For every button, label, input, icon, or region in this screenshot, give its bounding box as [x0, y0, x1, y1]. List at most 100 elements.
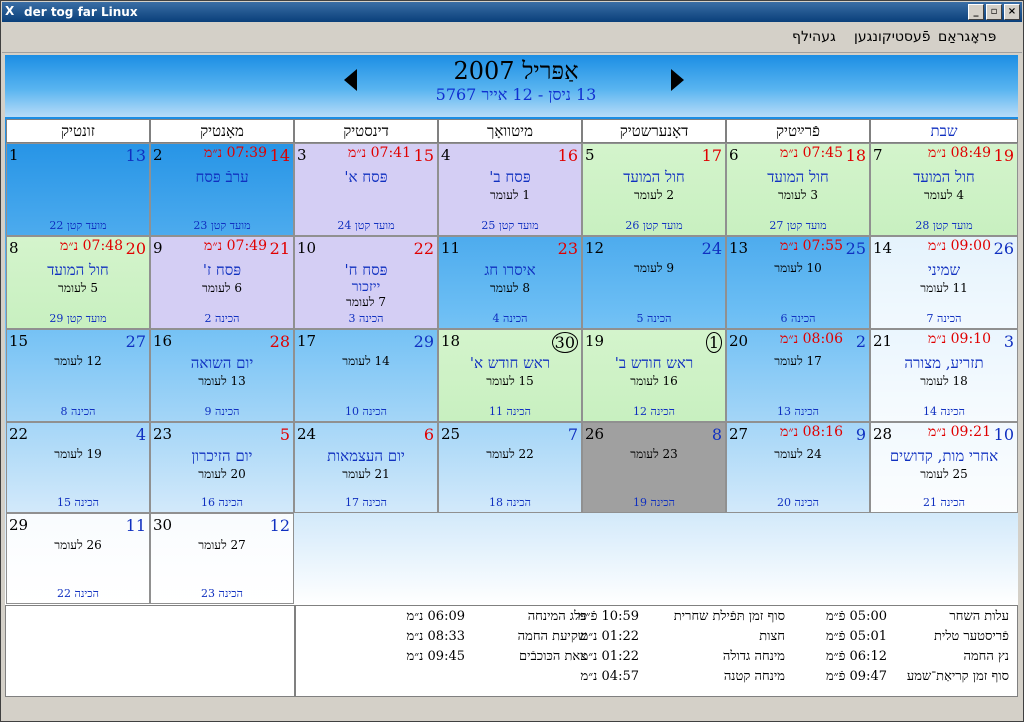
gregorian-day-number: 4	[441, 146, 451, 164]
zman-label: פּלג המינחה	[527, 609, 587, 624]
day-cell[interactable]: 22 4 19 לעומר הכינה 15	[6, 422, 150, 513]
cell-footer-text: מועד קטן 26	[625, 219, 683, 232]
gregorian-day-number: 22	[9, 425, 29, 443]
gregorian-day-number: 20	[729, 332, 749, 350]
holiday-name: יום הזיכרון	[191, 447, 253, 465]
hebrew-day-number: 5	[279, 425, 290, 444]
day-cell[interactable]: 15 27 12 לעומר הכינה 8	[6, 329, 150, 422]
day-cell[interactable]: 27 9 08:16 נ״מ 24 לעומר הכינה 20	[726, 422, 870, 513]
menu-settings[interactable]: פֿעסטיקונגען	[854, 29, 931, 45]
day-cell[interactable]: 25 7 22 לעומר הכינה 18	[438, 422, 582, 513]
title-bar[interactable]: X der tog far Linux _ ▫ ×	[2, 2, 1022, 22]
day-cell[interactable]: 5 17 חול המועד 2 לעומר מועד קטן 26	[582, 143, 726, 236]
menu-program[interactable]: פּראָגראַם	[938, 29, 996, 45]
menu-help[interactable]: געהילף	[792, 29, 836, 45]
day-cell[interactable]: 30 12 27 לעומר הכינה 23	[150, 513, 294, 604]
day-cell[interactable]: 6 18 07:45 נ״מ חול המועד 3 לעומר מועד קטן 27	[726, 143, 870, 236]
cell-footer-text: מועד קטן 29	[49, 312, 107, 325]
window-title: der tog far Linux	[24, 5, 138, 19]
close-icon[interactable]: ×	[1004, 4, 1020, 20]
zman-value: 09:47 פֿ״מ	[825, 669, 887, 684]
cell-footer-text: הכינה 7	[926, 312, 962, 325]
day-cell[interactable]: 4 16 פּסח ב' 1 לעומר מועד קטן 25	[438, 143, 582, 236]
maximize-icon[interactable]: ▫	[986, 4, 1002, 20]
cell-footer-text: הכינה 5	[636, 312, 672, 325]
candle-lighting-time: 07:41 נ״מ	[348, 145, 411, 161]
zman-value: 10:59 פֿ״מ	[577, 609, 639, 624]
day-cell[interactable]: 11 23 איסרו חג 8 לעומר הכינה 4	[438, 236, 582, 329]
omer-count: 19 לעומר	[54, 447, 102, 461]
hebrew-day-number: 23	[557, 239, 578, 258]
candle-lighting-time: 08:49 נ״מ	[928, 145, 991, 161]
candle-lighting-time: 07:55 נ״מ	[780, 238, 843, 254]
holiday-name: ראש חודש ב'	[614, 354, 694, 372]
cell-footer-text: הכינה 8	[60, 405, 96, 418]
hebrew-day-number: 9	[855, 425, 866, 444]
omer-count: 3 לעומר	[778, 188, 818, 202]
day-cell[interactable]: 28 10 09:21 נ״מ אחרי מות, קדושים 25 לעומר הכי…	[870, 422, 1018, 513]
day-cell[interactable]: 14 26 09:00 נ״מ שמיני 11 לעומר הכינה 7	[870, 236, 1018, 329]
day-cell[interactable]: 17 29 14 לעומר הכינה 10	[294, 329, 438, 422]
cell-footer-text: הכינה 15	[57, 496, 99, 509]
omer-count: 25 לעומר	[920, 467, 968, 481]
gregorian-day-number: 11	[441, 239, 461, 257]
gregorian-day-number: 23	[153, 425, 173, 443]
day-cell[interactable]: 18 30 ראש חודש א' 15 לעומר הכינה 11	[438, 329, 582, 422]
day-cell[interactable]: 16 28 יום השואה 13 לעומר הכינה 9	[150, 329, 294, 422]
hebrew-day-number: 18	[845, 146, 866, 165]
weekday-thursday: דאָנערשטיק	[582, 119, 726, 143]
cell-footer-text: הכינה 10	[345, 405, 387, 418]
day-cell[interactable]: 21 3 09:10 נ״מ תזריע, מצורה 18 לעומר הכינה 14	[870, 329, 1018, 422]
zman-label: מינחה קטנה	[723, 669, 785, 684]
weekday-sunday: זונטיק	[6, 119, 150, 143]
hebrew-day-number: 24	[701, 239, 722, 258]
omer-count: 8 לעומר	[490, 281, 530, 295]
zman-value: 01:22 נ״מ	[580, 629, 639, 644]
zman-value: 09:45 נ״מ	[406, 649, 465, 664]
day-cell[interactable]: 9 21 07:49 נ״מ פּסח ז' 6 לעומר הכינה 2	[150, 236, 294, 329]
month-title: אַפּריל 2007	[453, 57, 579, 85]
x-logo-icon[interactable]: X	[5, 4, 21, 19]
omer-count: 23 לעומר	[630, 447, 678, 461]
holiday-name: פּסח א'	[344, 168, 388, 186]
omer-count: 15 לעומר	[486, 374, 534, 388]
previous-month-icon[interactable]	[344, 69, 357, 91]
day-cell[interactable]: 12 24 9 לעומר הכינה 5	[582, 236, 726, 329]
hebrew-day-number: 13	[125, 146, 146, 165]
zman-label: צאת הכּוכבֿים	[519, 649, 587, 664]
zman-value: 04:57 נ״מ	[580, 669, 639, 684]
hebrew-day-number: 29	[413, 332, 434, 351]
gregorian-day-number: 10	[297, 239, 317, 257]
minimize-icon[interactable]: _	[968, 4, 984, 20]
hebrew-day-number: 17	[701, 146, 722, 165]
day-cell[interactable]: 1 13 מועד קטן 22	[6, 143, 150, 236]
day-cell[interactable]: 13 25 07:55 נ״מ 10 לעומר הכינה 6	[726, 236, 870, 329]
holiday-name: פּסח ב'	[489, 168, 531, 186]
hebrew-day-number: 27	[125, 332, 146, 351]
day-cell[interactable]: 10 22 פּסח ח' ייזכור 7 לעומר הכינה 3	[294, 236, 438, 329]
gregorian-day-number: 27	[729, 425, 749, 443]
day-cell[interactable]: 8 20 07:48 נ״מ חול המועד 5 לעומר מועד קטן 29	[6, 236, 150, 329]
candle-lighting-time: 07:49 נ״מ	[204, 238, 267, 254]
omer-count: 17 לעומר	[774, 354, 822, 368]
omer-count: 22 לעומר	[486, 447, 534, 461]
next-month-icon[interactable]	[671, 69, 684, 91]
day-cell[interactable]: 2 14 07:39 נ״מ ערבֿ פּסח מועד קטן 23	[150, 143, 294, 236]
hebrew-day-number: 2	[855, 332, 866, 351]
day-cell[interactable]: 23 5 יום הזיכרון 20 לעומר הכינה 16	[150, 422, 294, 513]
day-cell[interactable]: 24 6 יום העצמאות 21 לעומר הכינה 17	[294, 422, 438, 513]
holiday-name: חול המועד	[623, 168, 685, 186]
day-cell[interactable]: 29 11 26 לעומר הכינה 22	[6, 513, 150, 604]
day-cell[interactable]: 19 1 ראש חודש ב' 16 לעומר הכינה 12	[582, 329, 726, 422]
day-cell[interactable]: 3 15 07:41 נ״מ פּסח א' מועד קטן 24	[294, 143, 438, 236]
gregorian-day-number: 1	[9, 146, 19, 164]
holiday-name: יום העצמאות	[327, 447, 405, 465]
hebrew-day-number: 8	[711, 425, 722, 444]
cell-footer-text: הכינה 18	[489, 496, 531, 509]
day-cell[interactable]: 7 19 08:49 נ״מ חול המועד 4 לעומר מועד קטן 28	[870, 143, 1018, 236]
day-cell[interactable]: 26 8 23 לעומר הכינה 19	[582, 422, 726, 513]
hebrew-day-number: 10	[993, 425, 1014, 444]
gregorian-day-number: 7	[873, 146, 883, 164]
day-cell[interactable]: 20 2 08:06 נ״מ 17 לעומר הכינה 13	[726, 329, 870, 422]
zman-value: 05:01 פֿ״מ	[825, 629, 887, 644]
